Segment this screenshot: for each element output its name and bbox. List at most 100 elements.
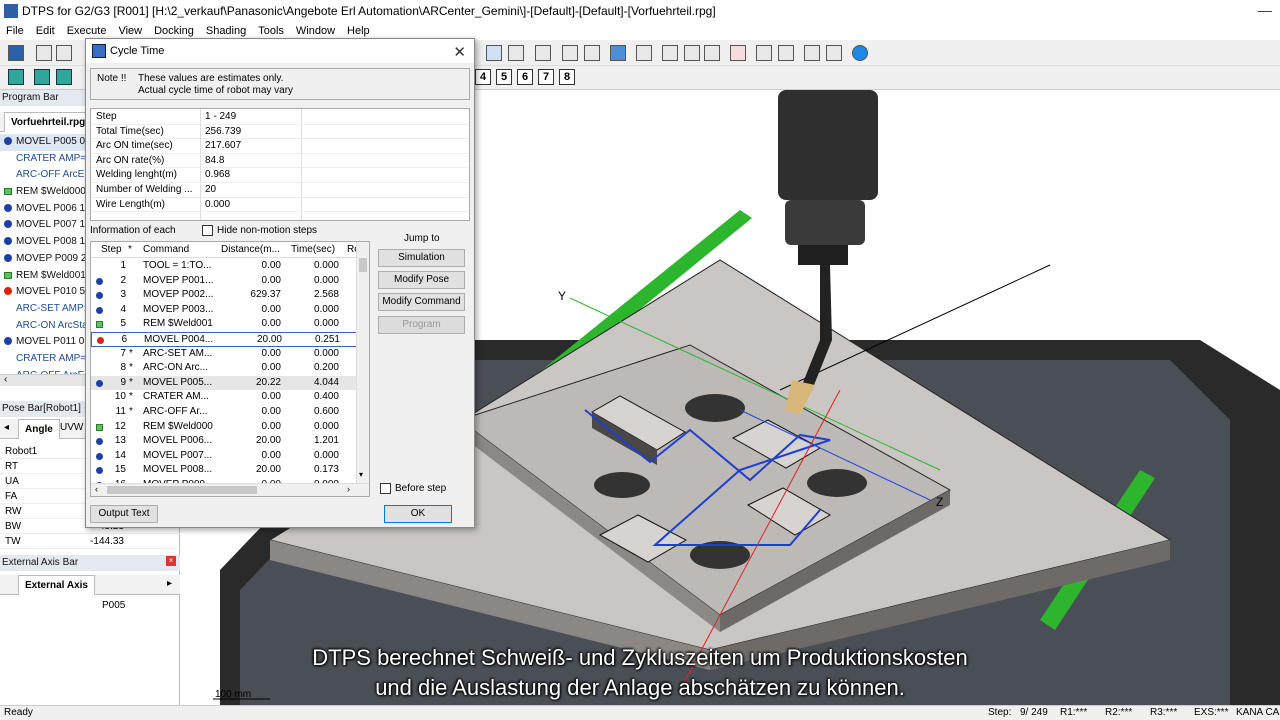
menu-shading[interactable]: Shading — [200, 25, 252, 37]
table-row[interactable]: 12 REM $Weld000 0.00 0.000 — [91, 420, 357, 435]
step-table[interactable]: Step * Command Distance(m... Time(sec) R… — [90, 241, 370, 497]
cell-step: 13 — [114, 435, 126, 447]
tab-uvw[interactable]: UVW — [60, 422, 83, 433]
table-row[interactable]: 6 MOVEL P004... 20.00 0.251 — [91, 332, 357, 347]
cell-time: 0.600 — [313, 406, 339, 417]
flag-alt-icon[interactable] — [684, 45, 700, 61]
hscroll-thumb[interactable] — [107, 486, 257, 494]
scroll-left-icon[interactable]: ‹ — [95, 484, 98, 494]
cycle-time-dialog: Cycle Time ✕ Note !! These values are es… — [85, 38, 475, 528]
col-distance[interactable]: Distance(m... — [221, 242, 285, 258]
menu-docking[interactable]: Docking — [148, 25, 200, 37]
scroll-left-icon[interactable]: ‹ — [4, 374, 7, 385]
menu-view[interactable]: View — [112, 25, 148, 37]
hide-non-motion-checkbox[interactable] — [202, 225, 213, 236]
pose-axis-label: FA — [5, 491, 18, 502]
table-row[interactable]: 15 MOVEL P008... 20.00 0.173 — [91, 463, 357, 478]
modify-command-button[interactable]: Modify Command — [378, 293, 465, 311]
table-row[interactable]: 9 * MOVEL P005... 20.22 4.044 — [91, 375, 357, 391]
close-icon[interactable]: ✕ — [453, 41, 466, 65]
summary-value: 256.739 — [205, 125, 242, 137]
cell-command: REM $Weld000 — [143, 420, 213, 432]
external-axis-bar-header: External Axis Bar × — [0, 555, 180, 571]
col-command[interactable]: Command — [143, 242, 189, 258]
tab-external-axis[interactable]: External Axis — [18, 575, 95, 595]
table-row[interactable]: 10 * CRATER AM... 0.00 0.400 — [91, 390, 357, 405]
error-check-icon[interactable] — [730, 45, 746, 61]
program-item-text: REM $Weld000 — [16, 186, 86, 198]
scroll-right-icon[interactable]: › — [347, 484, 350, 494]
menu-tools[interactable]: Tools — [252, 25, 290, 37]
table-row[interactable]: 5 REM $Weld001 0.00 0.000 — [91, 317, 357, 332]
help-icon[interactable] — [852, 45, 868, 61]
table-row[interactable]: 8 * ARC-ON Arc... 0.00 0.200 — [91, 361, 357, 376]
view-mode-icon[interactable] — [486, 45, 502, 61]
layout-icon[interactable] — [535, 45, 551, 61]
external-axis-tabs: External Axis ▸ — [0, 575, 180, 595]
close-icon[interactable]: × — [166, 556, 176, 566]
numpad-button-5[interactable]: 5 — [496, 69, 512, 85]
tab-scroll-right-icon[interactable]: ▸ — [167, 578, 172, 589]
col-time[interactable]: Time(sec) — [291, 242, 335, 258]
teach-icon[interactable] — [756, 45, 772, 61]
teach-move-icon[interactable] — [826, 45, 842, 61]
cell-command: ARC-SET AM... — [143, 347, 213, 359]
numpad-button-7[interactable]: 7 — [538, 69, 554, 85]
numpad-button-4[interactable]: 4 — [475, 69, 491, 85]
pose-row: TW -144.33 — [0, 534, 180, 549]
col-star[interactable]: * — [128, 242, 132, 258]
cell-distance: 629.37 — [250, 289, 281, 301]
window-minimize-icon[interactable]: — — [1258, 2, 1272, 18]
panel-split-horizontal-icon[interactable] — [56, 69, 72, 85]
table-row[interactable]: 3 MOVEP P002... 629.37 2.568 — [91, 288, 357, 303]
menu-execute[interactable]: Execute — [61, 25, 113, 37]
window-stack-icon[interactable] — [610, 45, 626, 61]
menu-file[interactable]: File — [0, 25, 30, 37]
cell-time: 4.044 — [313, 376, 339, 388]
scrollbar-thumb[interactable] — [359, 258, 367, 272]
table-horizontal-scrollbar[interactable]: ‹ › — [91, 483, 369, 496]
modify-pose-button[interactable]: Modify Pose — [378, 271, 465, 289]
table-row[interactable]: 11 * ARC-OFF Ar... 0.00 0.600 — [91, 405, 357, 420]
menu-help[interactable]: Help — [341, 25, 376, 37]
tab-angle[interactable]: Angle — [18, 419, 60, 439]
table-row[interactable]: 4 MOVEP P003... 0.00 0.000 — [91, 303, 357, 318]
table-row[interactable]: 1 TOOL = 1:TO... 0.00 0.000 — [91, 259, 357, 274]
numpad-button-8[interactable]: 8 — [559, 69, 575, 85]
table-vertical-scrollbar[interactable]: ▾ — [356, 242, 369, 484]
tab-scroll-left-icon[interactable]: ◂ — [4, 422, 9, 433]
menu-window[interactable]: Window — [290, 25, 341, 37]
table-row[interactable]: 2 MOVEP P001... 0.00 0.000 — [91, 274, 357, 289]
program-item-text: CRATER AMP= — [16, 352, 87, 364]
teach-point-icon[interactable] — [636, 45, 652, 61]
cell-star: * — [129, 347, 133, 359]
cut-icon[interactable] — [36, 45, 52, 61]
robot-tool-icon[interactable] — [584, 45, 600, 61]
menu-edit[interactable]: Edit — [30, 25, 61, 37]
numpad-button-6[interactable]: 6 — [517, 69, 533, 85]
flag-icon[interactable] — [662, 45, 678, 61]
col-step[interactable]: Step — [101, 242, 122, 258]
panel-split-vertical-icon[interactable] — [34, 69, 50, 85]
output-text-button[interactable]: Output Text — [90, 505, 158, 523]
robot-arm-icon[interactable] — [562, 45, 578, 61]
teach-alt-icon[interactable] — [778, 45, 794, 61]
checklist-icon[interactable] — [704, 45, 720, 61]
before-step-checkbox[interactable] — [380, 483, 391, 494]
cell-distance: 0.00 — [261, 449, 281, 461]
tab-program-file[interactable]: Vorfuehrteil.rpg — [4, 112, 93, 132]
table-row[interactable]: 13 MOVEL P006... 20.00 1.201 — [91, 434, 357, 449]
program-button[interactable]: Program — [378, 316, 465, 334]
table-row[interactable]: 7 * ARC-SET AM... 0.00 0.000 — [91, 347, 357, 362]
image-icon[interactable] — [508, 45, 524, 61]
cell-step: 6 — [121, 334, 127, 345]
cell-time: 0.173 — [313, 464, 339, 476]
panel-single-icon[interactable] — [8, 69, 24, 85]
ok-button[interactable]: OK — [384, 505, 452, 523]
save-icon[interactable] — [8, 45, 24, 61]
copy-icon[interactable] — [56, 45, 72, 61]
teach-edit-icon[interactable] — [804, 45, 820, 61]
scroll-down-icon[interactable]: ▾ — [359, 470, 363, 479]
simulation-button[interactable]: Simulation — [378, 249, 465, 267]
table-row[interactable]: 14 MOVEL P007... 0.00 0.000 — [91, 449, 357, 464]
